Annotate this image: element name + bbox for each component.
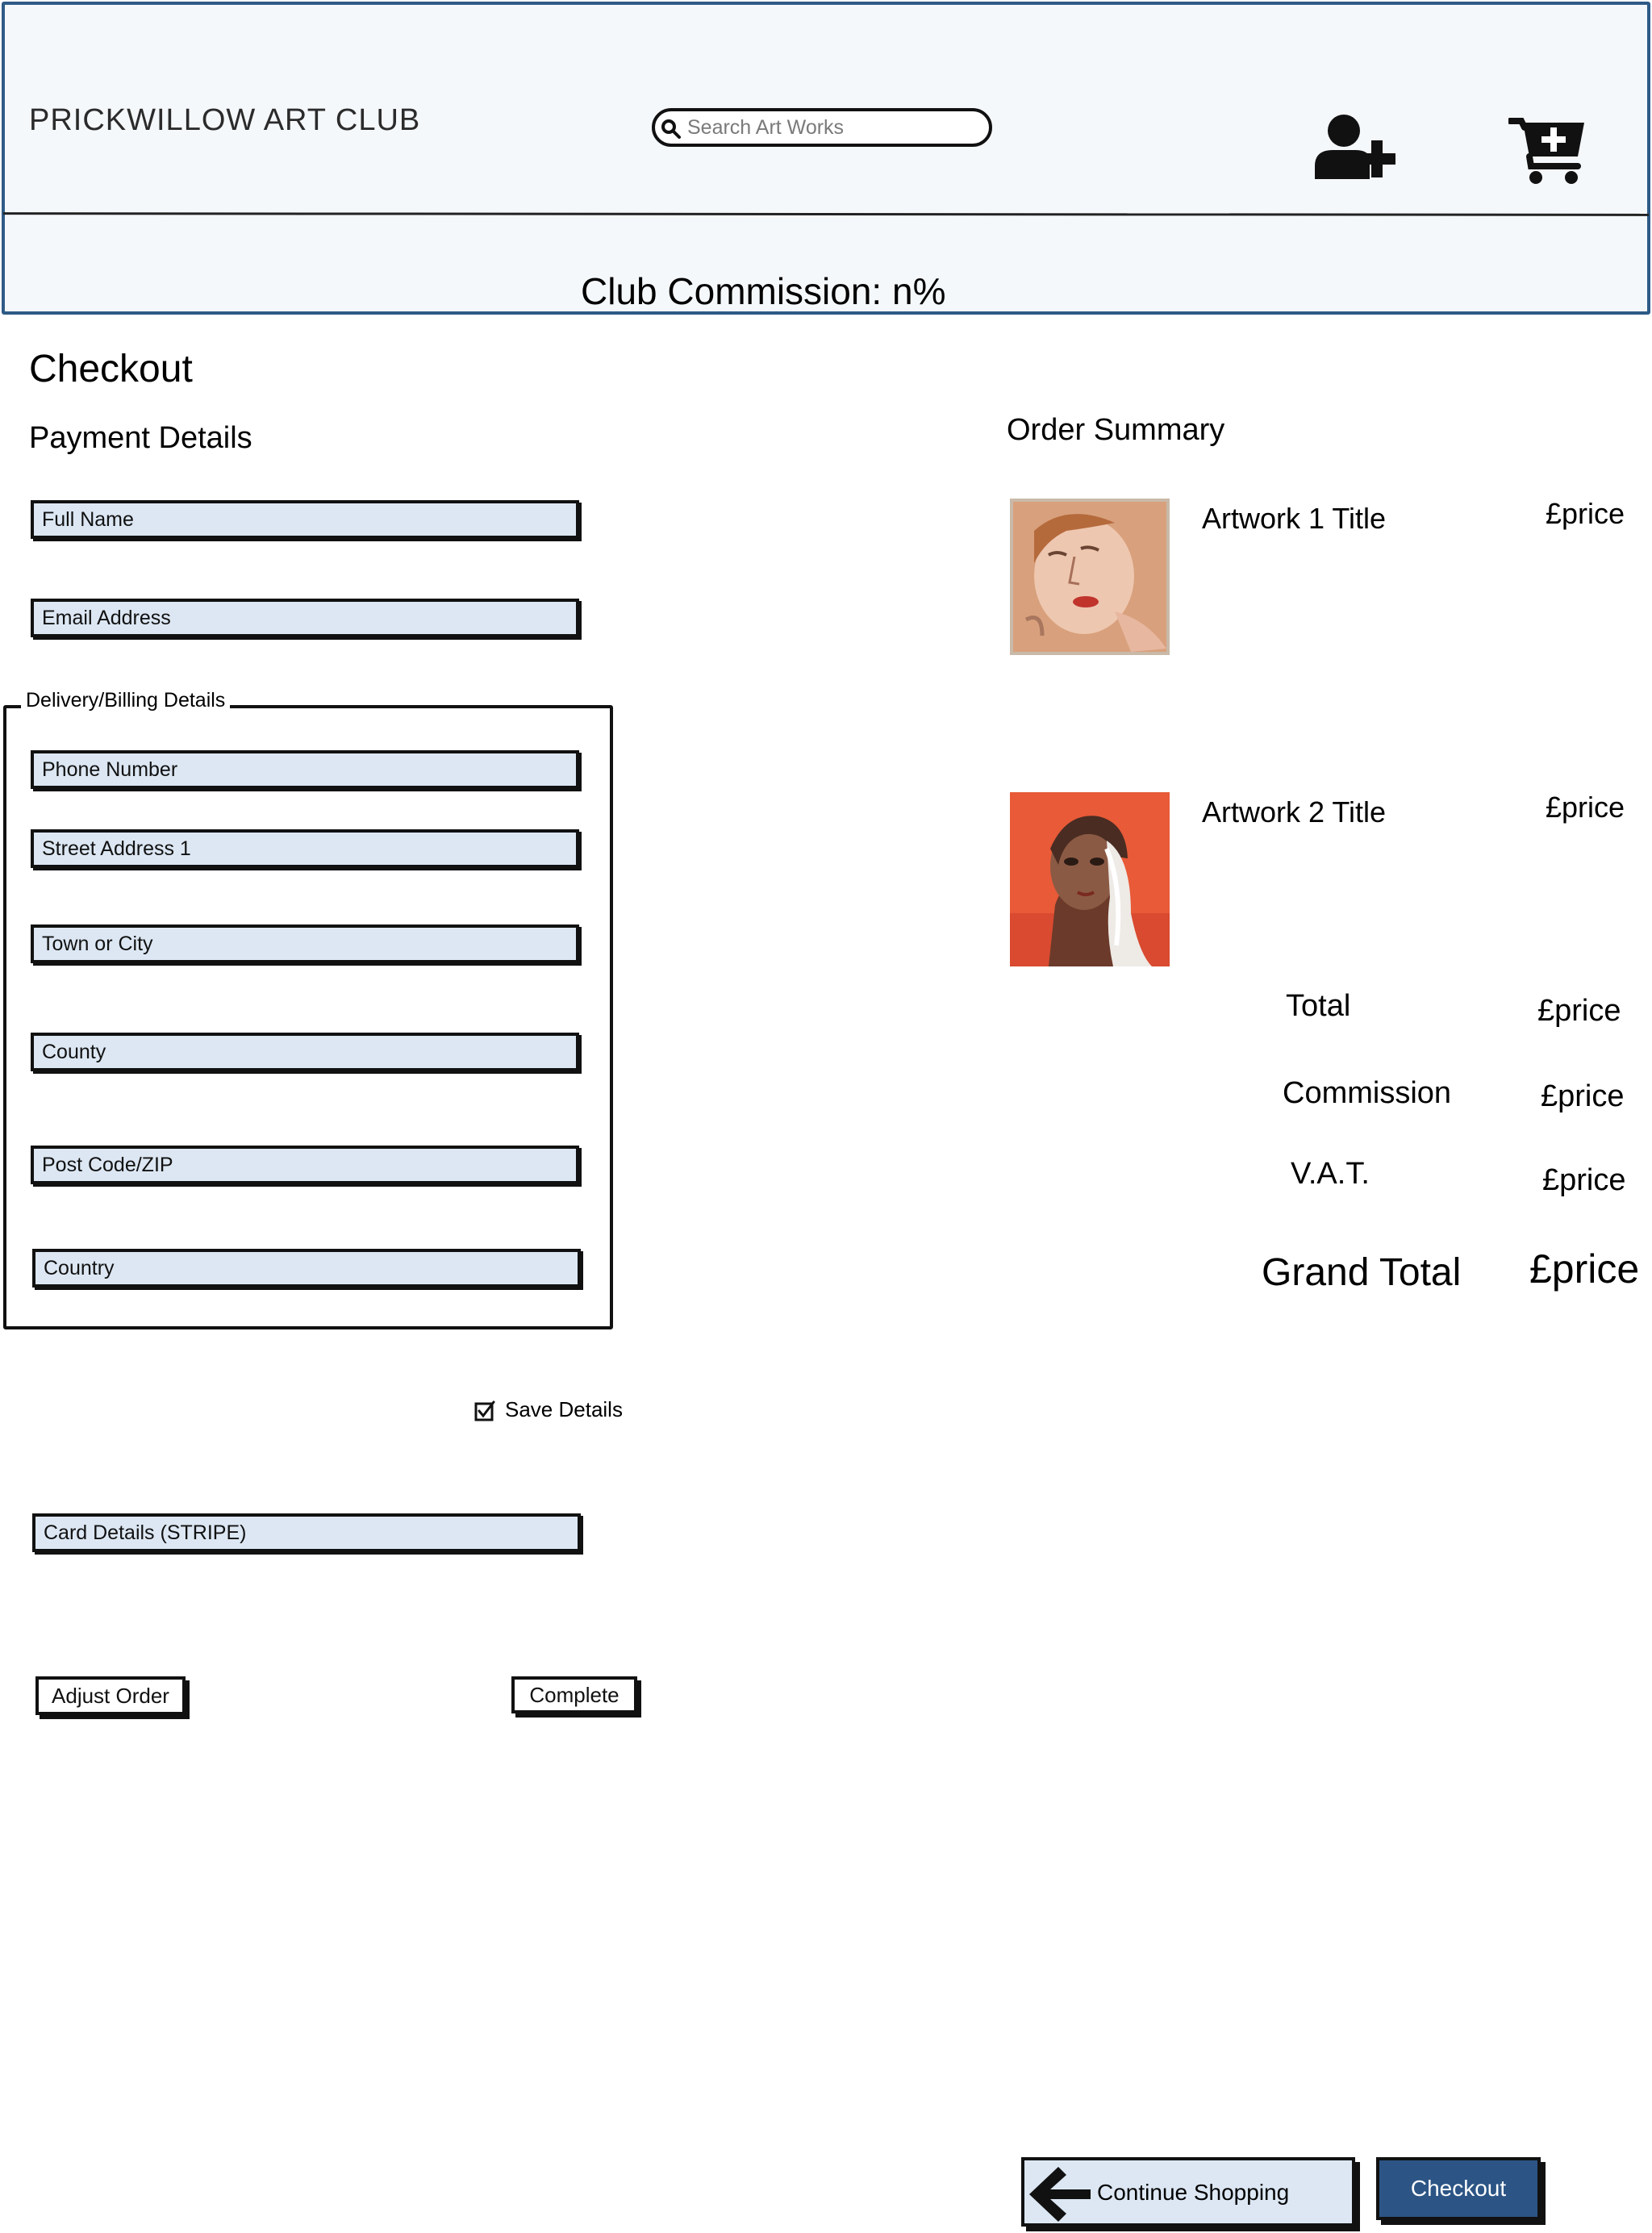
payment-details-heading: Payment Details — [29, 421, 252, 455]
grand-total-value: £price — [1529, 1246, 1640, 1292]
site-header — [2, 2, 1650, 315]
artwork-2-title[interactable]: Artwork 2 Title — [1202, 795, 1386, 829]
continue-shopping-label: Continue Shopping — [1097, 2180, 1290, 2205]
checkout-button[interactable]: Checkout — [1376, 2157, 1541, 2220]
total-label: Total — [1286, 989, 1351, 1023]
email-field[interactable] — [31, 599, 579, 637]
delivery-billing-fieldset — [3, 705, 613, 1329]
vat-label: V.A.T. — [1291, 1157, 1370, 1191]
artwork-1-title[interactable]: Artwork 1 Title — [1202, 502, 1386, 536]
arrow-left-icon — [1029, 2167, 1091, 2222]
card-details-field[interactable] — [32, 1513, 581, 1552]
add-user-icon[interactable] — [1313, 113, 1397, 181]
save-details-checkbox[interactable] — [474, 1400, 495, 1421]
full-name-field[interactable] — [31, 500, 579, 539]
artwork-1-image[interactable] — [1010, 499, 1170, 655]
vat-value: £price — [1542, 1163, 1626, 1197]
street-address-1-field[interactable] — [31, 829, 579, 868]
phone-number-field[interactable] — [31, 750, 579, 789]
commission-value: £price — [1541, 1079, 1625, 1113]
complete-button[interactable]: Complete — [511, 1676, 637, 1713]
country-field[interactable] — [32, 1249, 581, 1288]
page-title: Checkout — [29, 348, 193, 390]
grand-total-label: Grand Total — [1262, 1251, 1462, 1294]
search-icon[interactable] — [660, 118, 682, 140]
post-code-field[interactable] — [31, 1146, 579, 1184]
county-field[interactable] — [31, 1033, 579, 1071]
commission-label: Commission — [1283, 1076, 1452, 1110]
search-input[interactable] — [687, 113, 978, 142]
delivery-billing-legend: Delivery/Billing Details — [21, 689, 231, 712]
adjust-order-button[interactable]: Adjust Order — [35, 1676, 186, 1715]
artwork-2-price: £price — [1546, 791, 1625, 824]
artwork-1-price: £price — [1546, 497, 1625, 530]
save-details-label[interactable]: Save Details — [505, 1397, 623, 1422]
club-commission-text: Club Commission: n% — [581, 270, 946, 312]
town-or-city-field[interactable] — [31, 925, 579, 963]
brand-logo[interactable]: PRICKWILLOW ART CLUB — [29, 103, 420, 138]
add-to-cart-icon[interactable] — [1508, 116, 1586, 186]
artwork-2-image[interactable] — [1010, 792, 1170, 966]
total-value: £price — [1537, 994, 1621, 1028]
order-summary-heading: Order Summary — [1007, 413, 1225, 447]
